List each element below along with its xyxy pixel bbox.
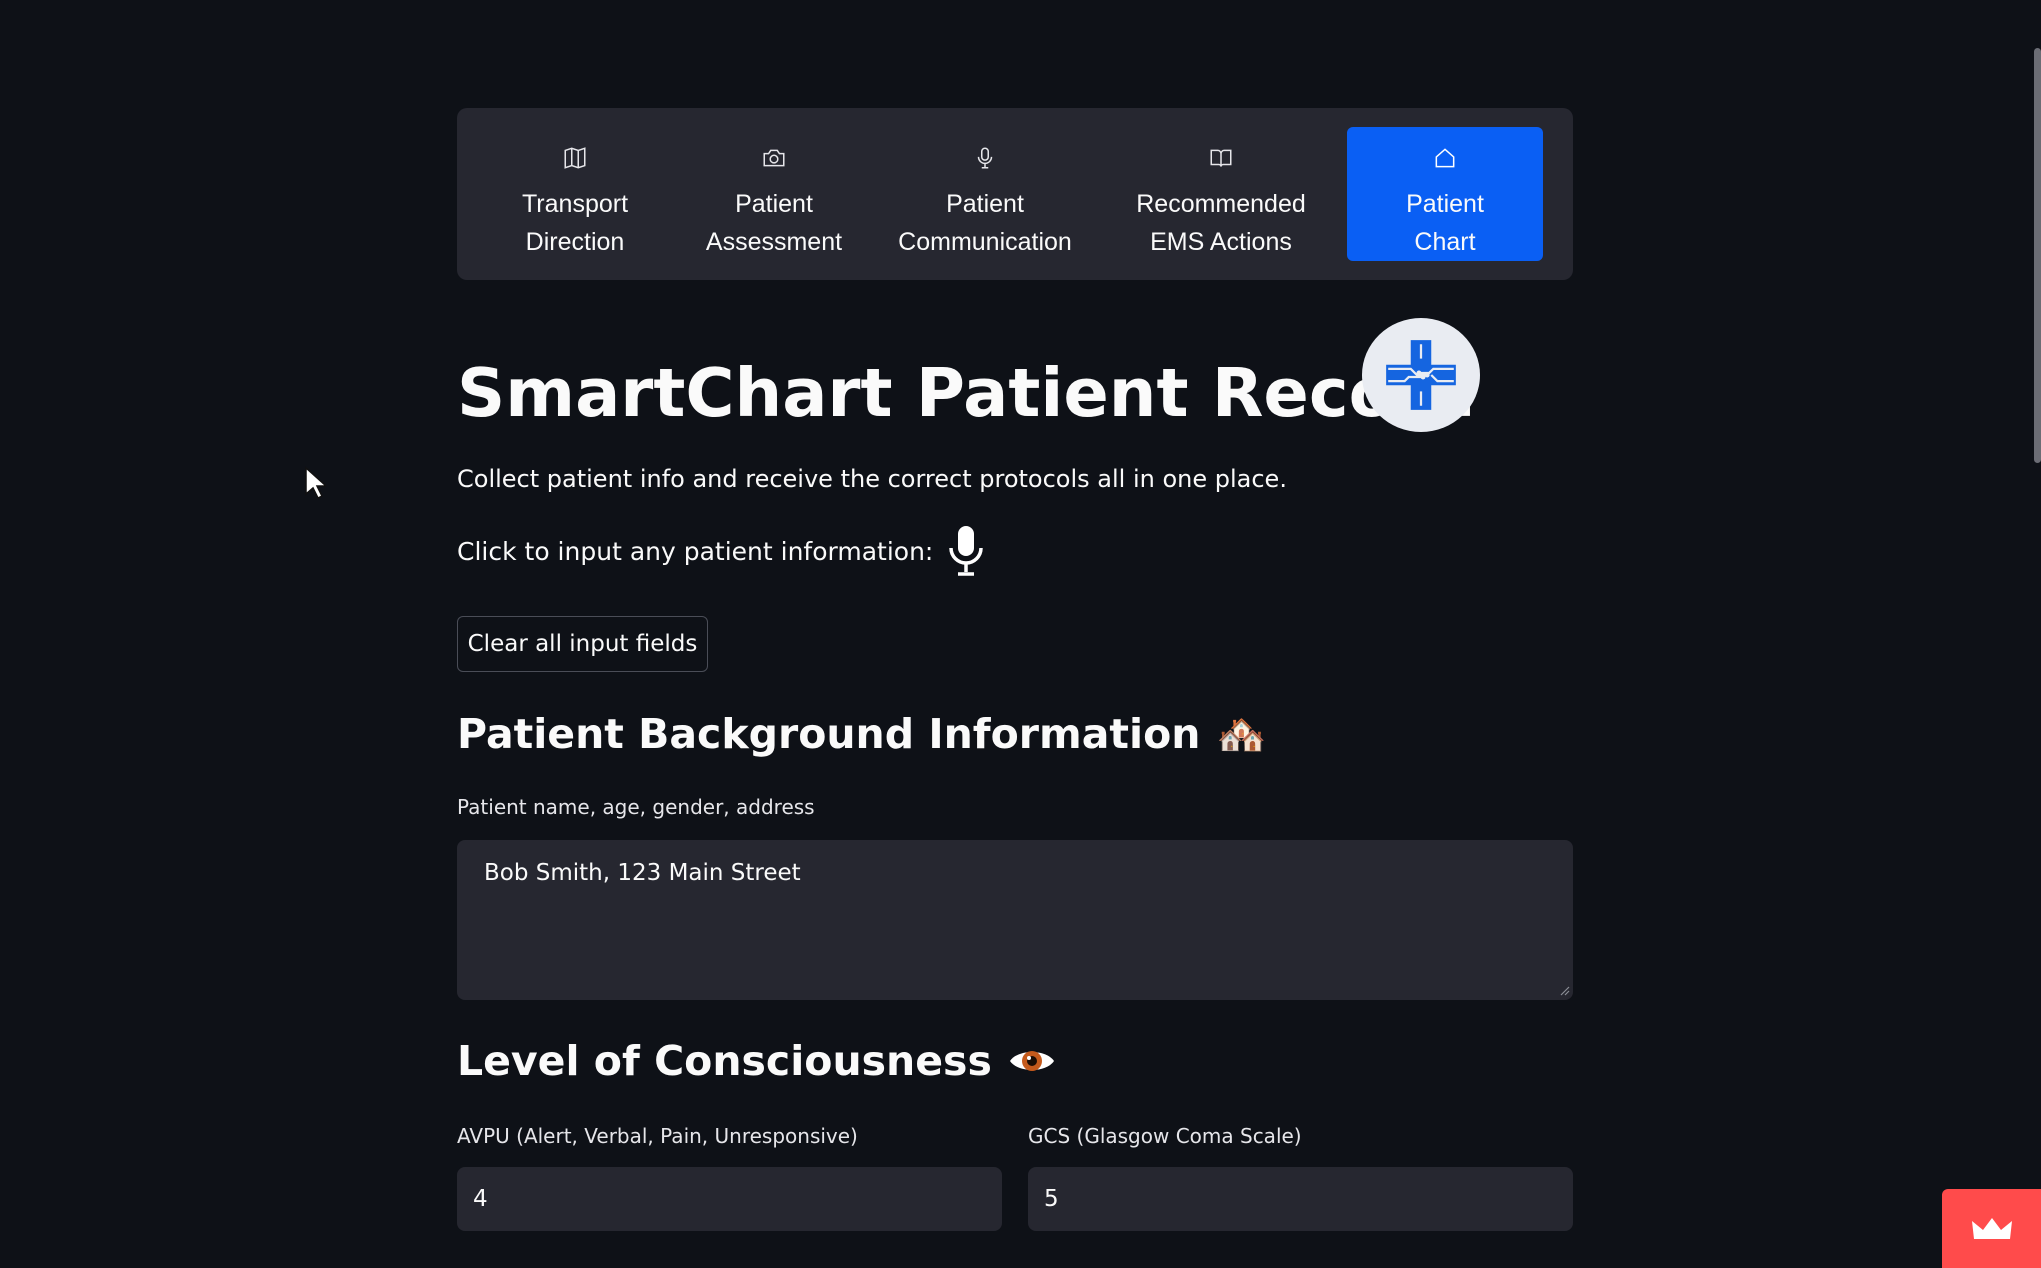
house-icon bbox=[1435, 148, 1455, 168]
resize-handle-icon[interactable] bbox=[1558, 984, 1570, 996]
nav-label: Patient Communication bbox=[898, 190, 1072, 256]
microphone-button[interactable] bbox=[947, 524, 985, 578]
nav-item-patient-chart[interactable]: Patient Chart bbox=[1347, 127, 1543, 261]
nav-label: Patient Assessment bbox=[705, 190, 843, 256]
consciousness-section-heading: Level of Consciousness bbox=[457, 1037, 1056, 1085]
mouse-cursor-icon bbox=[305, 466, 326, 500]
section-heading-text: Patient Background Information bbox=[457, 710, 1201, 758]
nav-label: Patient Chart bbox=[1406, 190, 1484, 256]
avpu-input[interactable] bbox=[457, 1167, 1002, 1231]
patient-info-textarea[interactable]: Bob Smith, 123 Main Street bbox=[457, 840, 1573, 1000]
clear-all-button[interactable]: Clear all input fields bbox=[457, 616, 708, 672]
page-subtitle: Collect patient info and receive the cor… bbox=[457, 465, 1287, 493]
map-icon bbox=[564, 147, 586, 169]
page-title: SmartChart Patient Record bbox=[457, 354, 1476, 432]
scrollbar-thumb[interactable] bbox=[2034, 48, 2041, 463]
background-section-heading: Patient Background Information 🏘️ bbox=[457, 710, 1266, 758]
nav-item-patient-communication[interactable]: Patient Communication bbox=[875, 127, 1095, 261]
microphone-icon bbox=[977, 147, 993, 169]
nav-item-patient-assessment[interactable]: Patient Assessment bbox=[676, 127, 872, 261]
gcs-label: GCS (Glasgow Coma Scale) bbox=[1028, 1124, 1302, 1148]
section-heading-text: Level of Consciousness bbox=[457, 1037, 992, 1085]
gcs-input[interactable] bbox=[1028, 1167, 1573, 1231]
voice-input-row: Click to input any patient information: bbox=[457, 524, 985, 578]
camera-icon bbox=[763, 149, 785, 167]
streamlit-badge[interactable] bbox=[1942, 1189, 2041, 1268]
microphone-icon bbox=[949, 526, 984, 576]
nav-label: Recommended EMS Actions bbox=[1136, 190, 1306, 256]
crown-icon bbox=[1971, 1217, 2012, 1239]
book-icon bbox=[1210, 149, 1232, 167]
nav-item-transport-direction[interactable]: Transport Direction bbox=[477, 127, 673, 261]
avpu-label: AVPU (Alert, Verbal, Pain, Unresponsive) bbox=[457, 1124, 858, 1148]
houses-emoji-icon: 🏘️ bbox=[1216, 711, 1267, 758]
app-page: Transport Direction Patient Assessment P… bbox=[0, 0, 2041, 1268]
voice-input-prompt: Click to input any patient information: bbox=[457, 536, 934, 566]
eye-icon bbox=[1009, 1051, 1054, 1071]
option-menu-navbar: Transport Direction Patient Assessment P… bbox=[457, 108, 1573, 280]
medical-cross-circuit-icon bbox=[1362, 318, 1480, 432]
nav-item-recommended-ems-actions[interactable]: Recommended EMS Actions bbox=[1098, 127, 1344, 261]
nav-label: Transport Direction bbox=[521, 190, 629, 256]
patient-info-label: Patient name, age, gender, address bbox=[457, 795, 815, 819]
